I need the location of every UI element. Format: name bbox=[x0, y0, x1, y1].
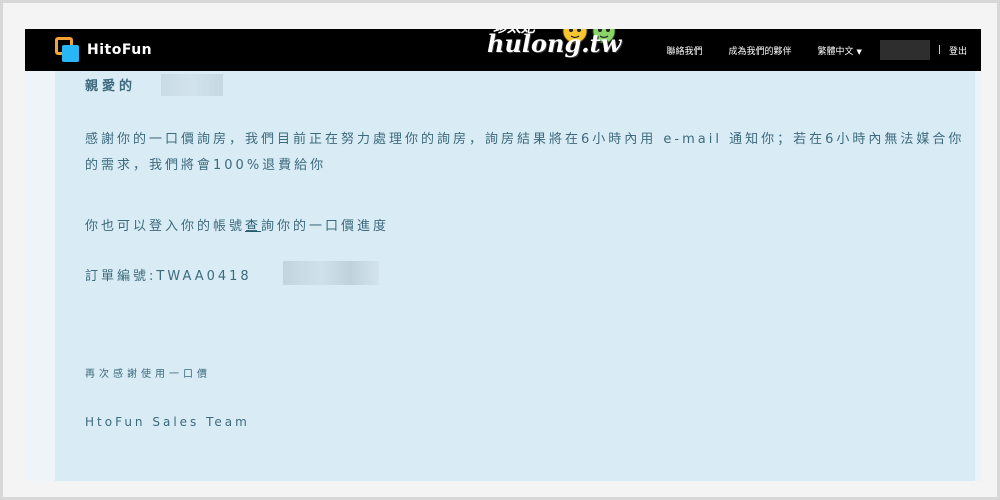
order-number: 訂單編號:TWAA0418 bbox=[85, 269, 252, 284]
email-message: 感謝你的一口價詢房，我們目前正在努力處理你的詢房，詢房結果將在6小時內用 e-m… bbox=[85, 132, 965, 173]
watermark: 珍太妃 hulong.tw bbox=[487, 29, 621, 75]
inquiry-link[interactable]: 查 bbox=[245, 219, 261, 234]
inquiry-suffix: 詢你的一口價進度 bbox=[261, 219, 390, 234]
brand-logo[interactable]: HitoFun bbox=[55, 35, 152, 65]
left-margin bbox=[25, 71, 55, 481]
signature: HtoFun Sales Team bbox=[85, 415, 250, 429]
nav-contact-link[interactable]: 聯絡我們 bbox=[667, 44, 703, 57]
language-label: 繁體中文 bbox=[817, 46, 854, 57]
nav-separator: | bbox=[937, 45, 941, 55]
browser-viewport: HitoFun 珍 bbox=[25, 29, 981, 481]
watermark-url: hulong.tw bbox=[487, 29, 622, 58]
nav-partner-link[interactable]: 成為我們的夥伴 bbox=[729, 44, 792, 57]
language-dropdown[interactable]: 繁體中文 ▼ bbox=[818, 44, 862, 57]
top-navbar: HitoFun 珍 bbox=[25, 29, 981, 71]
thanks-line: 再次感謝使用一口價 bbox=[85, 369, 211, 380]
brand-name: HitoFun bbox=[87, 42, 153, 58]
hitofun-logo-icon bbox=[55, 37, 79, 63]
screenshot-frame: HitoFun 珍 bbox=[0, 0, 1000, 500]
greeting: 親愛的 bbox=[85, 79, 137, 94]
redacted-order-suffix bbox=[283, 261, 379, 285]
user-account-redacted[interactable] bbox=[879, 40, 930, 60]
right-margin bbox=[975, 71, 981, 481]
inquiry-prefix: 你也可以登入你的帳號 bbox=[85, 219, 246, 234]
caret-down-icon: ▼ bbox=[856, 47, 862, 56]
redacted-name bbox=[161, 74, 223, 96]
email-body: 親愛的 感謝你的一口價詢房，我們目前正在努力處理你的詢房，詢房結果將在6小時內用… bbox=[55, 71, 981, 481]
nav-menu: 聯絡我們 成為我們的夥伴 繁體中文 ▼ | 登出 bbox=[641, 29, 967, 71]
logout-link[interactable]: 登出 bbox=[949, 44, 967, 57]
inquiry-line: 你也可以登入你的帳號查詢你的一口價進度 bbox=[85, 215, 389, 234]
